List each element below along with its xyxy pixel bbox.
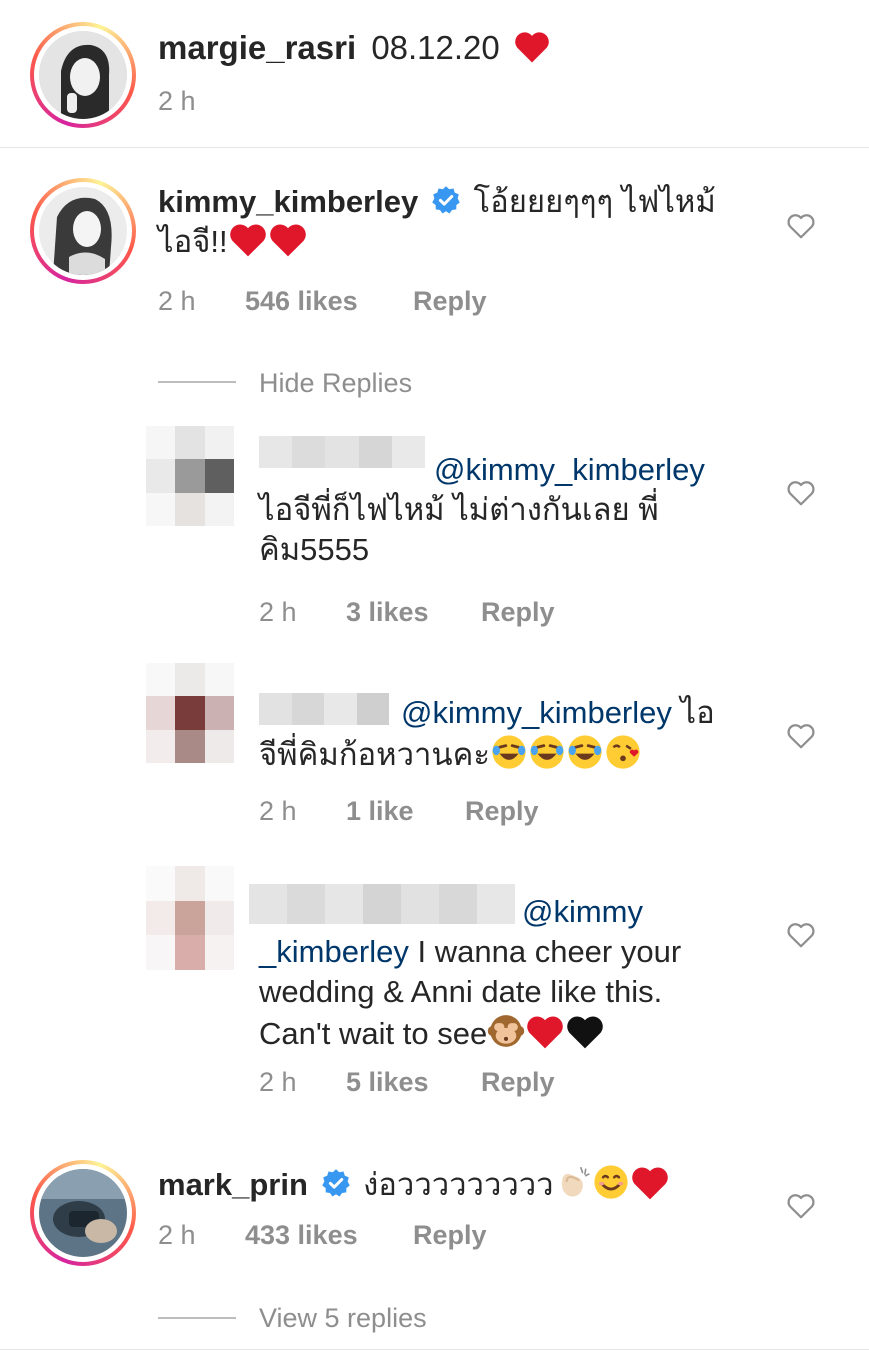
reply-likes[interactable]: 5 likes	[346, 1067, 429, 1098]
comment-time: 2 h	[158, 1220, 196, 1250]
reply-likes[interactable]: 1 like	[346, 796, 414, 827]
reply-mention[interactable]: @kimmy_kimberley	[401, 695, 672, 730]
view-replies-line	[158, 1317, 236, 1319]
blurred-avatar	[146, 663, 234, 763]
red-heart-icon	[229, 224, 266, 257]
see-no-evil-monkey-emoji-icon	[487, 1015, 525, 1047]
reply-button[interactable]: Reply	[465, 796, 539, 827]
bottom-divider	[0, 1349, 869, 1350]
comment-text: ง่อววววววววว	[363, 1167, 554, 1202]
black-heart-icon	[567, 1016, 603, 1049]
reply-time: 2 h	[259, 796, 297, 826]
caption-text: 08.12.20	[371, 29, 500, 66]
verified-badge-icon	[321, 1169, 350, 1197]
like-heart-icon[interactable]	[786, 921, 816, 949]
comment-likes[interactable]: 546 likes	[245, 286, 358, 317]
profile-photo	[39, 31, 127, 119]
caption-username[interactable]: margie_rasri	[158, 29, 356, 66]
red-heart-icon	[269, 224, 306, 257]
comment-time: 2 h	[158, 286, 196, 316]
comment-text-line1: โอ้ยยยๆๆๆ ไฟไหม้	[473, 184, 716, 219]
reply-text-line1: ไอจีพี่ก็ไฟไหม้ ไม่ต่างกันเลย พี่	[259, 492, 659, 527]
like-heart-icon[interactable]	[786, 722, 816, 750]
reply-mention-part2[interactable]: _kimberley	[259, 934, 409, 969]
reply-text-line4: Can't wait to see	[259, 1016, 488, 1051]
blurred-avatar	[146, 866, 234, 970]
comment-text-line2: ไอจี!!	[158, 224, 228, 259]
reply-time: 2 h	[259, 597, 297, 627]
reply-text-line3: wedding & Anni date like this.	[259, 974, 663, 1009]
reply-text-line2: จีพี่คิมก้อหวานคะ	[259, 737, 490, 772]
avatar-mark-prin[interactable]	[30, 1160, 136, 1266]
reply-mention[interactable]: @kimmy_kimberley	[434, 452, 705, 487]
hide-replies-button[interactable]: Hide Replies	[259, 368, 412, 399]
smiling-face-emoji-icon	[593, 1165, 628, 1199]
reply-button[interactable]: Reply	[481, 1067, 555, 1098]
reply-text-line2: คิม5555	[259, 532, 370, 567]
caption-divider	[0, 147, 869, 148]
reply-likes[interactable]: 3 likes	[346, 597, 429, 628]
reply-button[interactable]: Reply	[413, 286, 487, 317]
reply-time: 2 h	[259, 1067, 297, 1097]
clapping-hands-emoji-icon	[561, 1166, 590, 1197]
like-heart-icon[interactable]	[786, 479, 816, 507]
reply-mention-part1[interactable]: @kimmy	[522, 894, 643, 929]
avatar-kimmy-kimberley[interactable]	[30, 178, 136, 284]
laughing-tears-emoji-icon	[530, 735, 564, 769]
reply-text-tail: I wanna cheer your	[417, 934, 682, 969]
caption-time: 2 h	[158, 86, 196, 116]
kissing-heart-emoji-icon	[606, 735, 640, 769]
red-heart-icon	[527, 1016, 563, 1049]
reply-button[interactable]: Reply	[481, 597, 555, 628]
like-heart-icon[interactable]	[786, 212, 816, 240]
verified-badge-icon	[432, 186, 460, 214]
view-replies-button[interactable]: View 5 replies	[259, 1303, 427, 1334]
comment-username[interactable]: kimmy_kimberley	[158, 184, 418, 219]
reply-text-tail: ไอ	[680, 695, 715, 730]
blurred-avatar	[146, 426, 234, 526]
laughing-tears-emoji-icon	[492, 735, 526, 769]
hide-replies-line	[158, 381, 236, 383]
red-heart-icon	[515, 32, 549, 63]
avatar-margie-rasri[interactable]	[30, 22, 136, 128]
reply-button[interactable]: Reply	[413, 1220, 487, 1251]
profile-photo	[39, 187, 127, 275]
comment-likes[interactable]: 433 likes	[245, 1220, 358, 1251]
like-heart-icon[interactable]	[786, 1192, 816, 1220]
red-heart-icon	[631, 1167, 668, 1200]
laughing-tears-emoji-icon	[568, 735, 602, 769]
profile-photo	[39, 1169, 127, 1257]
comment-username[interactable]: mark_prin	[158, 1167, 308, 1202]
